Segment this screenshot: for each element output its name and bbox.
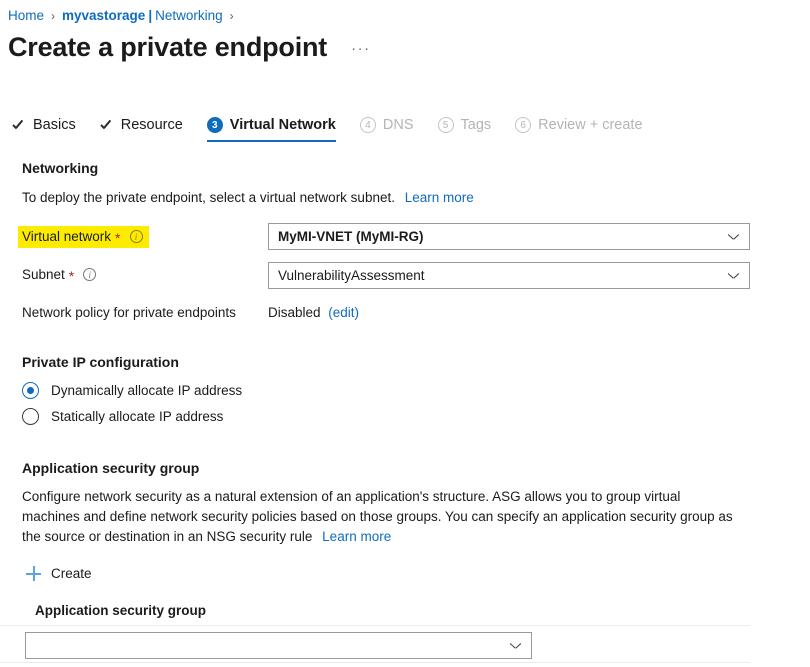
check-icon xyxy=(100,118,114,132)
network-policy-label-text: Network policy for private endpoints xyxy=(22,305,236,320)
chevron-down-icon xyxy=(728,270,739,281)
subnet-dropdown-value: VulnerabilityAssessment xyxy=(278,268,728,283)
asg-section-heading: Application security group xyxy=(22,460,199,476)
breadcrumb: Home › myvastorage | Networking › xyxy=(8,7,241,25)
asg-description: Configure network security as a natural … xyxy=(22,487,738,547)
tab-resource[interactable]: Resource xyxy=(100,117,183,142)
chevron-down-icon xyxy=(728,231,739,242)
network-policy-value: Disabled xyxy=(268,305,321,320)
private-ip-section-heading: Private IP configuration xyxy=(22,354,179,370)
subnet-label: Subnet * i xyxy=(22,267,96,282)
tab-basics-label: Basics xyxy=(33,117,76,133)
step-number-badge: 4 xyxy=(360,117,376,133)
network-policy-edit-link[interactable]: (edit) xyxy=(328,305,359,320)
step-number-badge: 5 xyxy=(438,117,454,133)
breadcrumb-item-home[interactable]: Home xyxy=(8,7,44,25)
tab-virtual-network[interactable]: 3 Virtual Network xyxy=(207,117,336,142)
breadcrumb-pipe: | xyxy=(148,7,152,25)
networking-description: To deploy the private endpoint, select a… xyxy=(22,188,474,208)
plus-icon xyxy=(26,566,41,581)
asg-dropdown[interactable] xyxy=(25,632,532,659)
virtual-network-dropdown[interactable]: MyMI-VNET (MyMI-RG) xyxy=(268,223,750,250)
tab-dns-label: DNS xyxy=(383,117,414,133)
divider-bottom xyxy=(0,662,750,663)
breadcrumb-separator-icon-2: › xyxy=(230,7,234,25)
breadcrumb-item-networking[interactable]: Networking xyxy=(155,7,223,25)
subnet-dropdown[interactable]: VulnerabilityAssessment xyxy=(268,262,750,289)
radio-button-icon[interactable] xyxy=(22,382,39,399)
asg-learn-more-link[interactable]: Learn more xyxy=(322,529,391,544)
divider-top xyxy=(0,625,750,626)
virtual-network-dropdown-value: MyMI-VNET (MyMI-RG) xyxy=(278,229,728,244)
wizard-tabs: Basics Resource 3 Virtual Network 4 DNS … xyxy=(12,117,667,142)
network-policy-label: Network policy for private endpoints xyxy=(22,305,236,320)
radio-dynamic-allocate[interactable]: Dynamically allocate IP address xyxy=(22,382,242,399)
info-icon[interactable]: i xyxy=(83,268,96,281)
virtual-network-label: Virtual network * i xyxy=(18,226,149,248)
required-marker: * xyxy=(115,231,120,245)
breadcrumb-item-resource[interactable]: myvastorage xyxy=(62,7,145,25)
radio-static-allocate[interactable]: Statically allocate IP address xyxy=(22,408,223,425)
networking-description-text: To deploy the private endpoint, select a… xyxy=(22,190,395,205)
breadcrumb-separator-icon: › xyxy=(51,7,55,25)
chevron-down-icon xyxy=(510,640,521,651)
tab-tags[interactable]: 5 Tags xyxy=(438,117,492,142)
required-marker: * xyxy=(69,269,74,283)
create-asg-button[interactable]: Create xyxy=(26,566,92,581)
step-number-badge: 6 xyxy=(515,117,531,133)
asg-field-label: Application security group xyxy=(35,603,206,618)
tab-resource-label: Resource xyxy=(121,117,183,133)
networking-learn-more-link[interactable]: Learn more xyxy=(405,190,474,205)
subnet-label-text: Subnet xyxy=(22,267,65,282)
step-number-badge: 3 xyxy=(207,117,223,133)
virtual-network-label-text: Virtual network xyxy=(22,229,111,244)
tab-basics[interactable]: Basics xyxy=(12,117,76,142)
network-policy-value-row: Disabled (edit) xyxy=(268,305,359,320)
tab-review-create[interactable]: 6 Review + create xyxy=(515,117,642,142)
more-options-icon[interactable]: ··· xyxy=(351,40,371,57)
tab-tags-label: Tags xyxy=(461,117,492,133)
page-title-row: Create a private endpoint ··· xyxy=(8,32,371,63)
info-icon[interactable]: i xyxy=(130,230,143,243)
page-title: Create a private endpoint xyxy=(8,32,327,63)
tab-dns[interactable]: 4 DNS xyxy=(360,117,414,142)
tab-review-create-label: Review + create xyxy=(538,117,642,133)
create-asg-button-label: Create xyxy=(51,566,92,581)
check-icon xyxy=(12,118,26,132)
radio-button-icon[interactable] xyxy=(22,408,39,425)
networking-section-heading: Networking xyxy=(22,160,98,176)
radio-dynamic-allocate-label: Dynamically allocate IP address xyxy=(51,383,242,398)
radio-static-allocate-label: Statically allocate IP address xyxy=(51,409,223,424)
tab-virtual-network-label: Virtual Network xyxy=(230,117,336,133)
